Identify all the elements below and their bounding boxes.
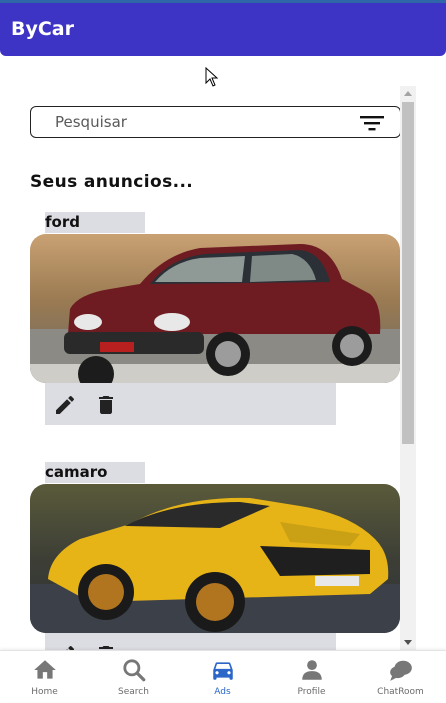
nav-item-search[interactable]: Search (89, 651, 178, 703)
app-bar: ByCar (0, 3, 446, 56)
car-photo[interactable] (30, 234, 400, 383)
ad-actions (45, 383, 336, 425)
vertical-scrollbar[interactable] (400, 86, 416, 650)
ad-name: ford (45, 212, 145, 233)
pencil-icon[interactable] (53, 643, 77, 650)
nav-label: ChatRoom (377, 687, 424, 697)
trash-icon[interactable] (94, 643, 118, 650)
scroll-up-arrow-icon[interactable] (404, 91, 412, 96)
car-icon (213, 662, 233, 680)
mouse-cursor-icon (205, 67, 219, 87)
nav-item-home[interactable]: Home (0, 651, 89, 703)
section-title: Seus anuncios... (30, 172, 194, 192)
nav-item-profile[interactable]: Profile (267, 651, 356, 703)
home-icon (34, 660, 56, 679)
scroll-down-arrow-icon[interactable] (404, 640, 412, 645)
profile-icon (302, 660, 322, 680)
nav-item-ads[interactable]: Ads (178, 651, 267, 703)
pencil-icon[interactable] (53, 393, 77, 417)
nav-label: Search (118, 687, 149, 697)
app-title: ByCar (11, 18, 75, 40)
search-icon (123, 659, 146, 682)
nav-label: Ads (214, 687, 231, 697)
filter-icon[interactable] (360, 115, 384, 131)
trash-icon[interactable] (94, 393, 118, 417)
main-content: Seus anuncios... ford (0, 56, 446, 650)
nav-item-chatroom[interactable]: ChatRoom (356, 651, 445, 703)
search-input[interactable] (55, 111, 345, 133)
bottom-navigation: Home Search Ads Profile ChatRoom (0, 650, 446, 702)
nav-label: Profile (297, 687, 326, 697)
ad-name: camaro (45, 462, 145, 483)
ad-actions (45, 633, 336, 650)
scrollbar-thumb[interactable] (402, 102, 414, 444)
search-bar (30, 106, 401, 138)
nav-label: Home (31, 687, 58, 697)
car-photo[interactable] (30, 484, 400, 633)
chat-icon (390, 660, 412, 681)
